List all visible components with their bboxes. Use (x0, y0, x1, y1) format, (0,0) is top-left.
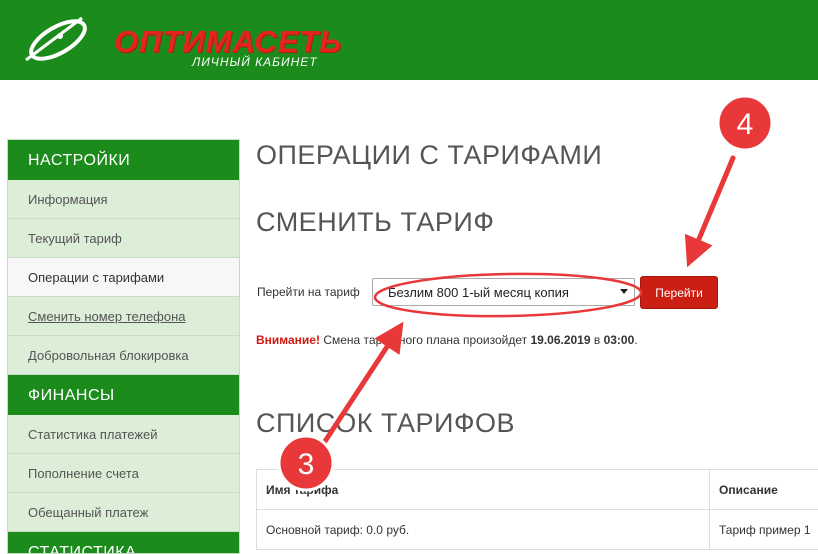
badge-4: 4 (716, 94, 774, 152)
tariff-select[interactable]: Безлим 800 1-ый месяц копия (372, 278, 635, 306)
section-title-change-tariff: СМЕНИТЬ ТАРИФ (256, 207, 495, 237)
sidebar-item-payment-stats[interactable]: Статистика платежей (8, 415, 239, 454)
notice-time: 03:00 (603, 333, 635, 347)
tariff-select-value: Безлим 800 1-ый месяц копия (388, 285, 569, 300)
sidebar-section-finance: ФИНАНСЫ (8, 375, 239, 415)
sidebar-item-label: Сменить номер телефона (28, 309, 186, 324)
sidebar-item-change-phone[interactable]: Сменить номер телефона (8, 297, 239, 336)
tariff-select-label: Перейти на тариф (257, 285, 360, 299)
brand-subtitle: ЛИЧНЫЙ КАБИНЕТ (192, 55, 318, 69)
column-header-name: Имя тарифа (257, 470, 710, 510)
tariff-table: Имя тарифа Описание Основной тариф: 0.0 … (256, 469, 818, 550)
notice-warning: Внимание! (256, 333, 320, 347)
sidebar-item-label: Текущий тариф (28, 231, 122, 246)
notice-text-mid: в (590, 333, 604, 347)
table-row: Основной тариф: 0.0 руб. Тариф пример 1 (256, 510, 818, 550)
sidebar-item-promised-payment[interactable]: Обещанный платеж (8, 493, 239, 532)
orbit-swoosh-icon (25, 16, 87, 62)
sidebar-section-statistics: СТАТИСТИКА (8, 532, 239, 553)
notice-text-end: . (634, 333, 638, 347)
column-header-description: Описание (719, 483, 778, 497)
page-title: ОПЕРАЦИИ С ТАРИФАМИ (256, 140, 603, 170)
section-title-tariff-list: СПИСОК ТАРИФОВ (256, 408, 516, 438)
arrow-to-submit (684, 155, 736, 268)
sidebar-item-info[interactable]: Информация (8, 180, 239, 219)
sidebar: НАСТРОЙКИ Информация Текущий тариф Опера… (7, 139, 240, 554)
sidebar-item-label: Пополнение счета (28, 466, 139, 481)
notice-date: 19.06.2019 (530, 333, 591, 347)
chevron-down-icon (620, 289, 628, 294)
sidebar-item-top-up[interactable]: Пополнение счета (8, 454, 239, 493)
sidebar-item-label: Информация (28, 192, 108, 207)
submit-tariff-button[interactable]: Перейти (640, 276, 718, 309)
sidebar-section-settings: НАСТРОЙКИ (8, 140, 239, 180)
badge-4-label: 4 (737, 108, 754, 141)
notice-text: Смена тарифного плана произойдет (319, 333, 531, 347)
sidebar-item-voluntary-block[interactable]: Добровольная блокировка (8, 336, 239, 375)
table-header-row: Имя тарифа Описание (256, 470, 818, 510)
table-cell-name: Основной тариф: 0.0 руб. (257, 510, 710, 550)
sidebar-item-current-tariff[interactable]: Текущий тариф (8, 219, 239, 258)
table-cell-description: Тариф пример 1 (719, 523, 811, 537)
sidebar-item-label: Добровольная блокировка (28, 348, 189, 363)
sidebar-item-label: Операции с тарифами (28, 270, 165, 285)
change-notice: Внимание! Смена тарифного плана произойд… (256, 333, 638, 347)
logo[interactable]: ОПТИМАСЕТЬ ЛИЧНЫЙ КАБИНЕТ (20, 10, 341, 70)
header: ОПТИМАСЕТЬ ЛИЧНЫЙ КАБИНЕТ (0, 0, 818, 80)
sidebar-item-label: Статистика платежей (28, 427, 158, 442)
sidebar-item-label: Обещанный платеж (28, 505, 149, 520)
sidebar-item-tariff-operations[interactable]: Операции с тарифами (8, 258, 239, 297)
